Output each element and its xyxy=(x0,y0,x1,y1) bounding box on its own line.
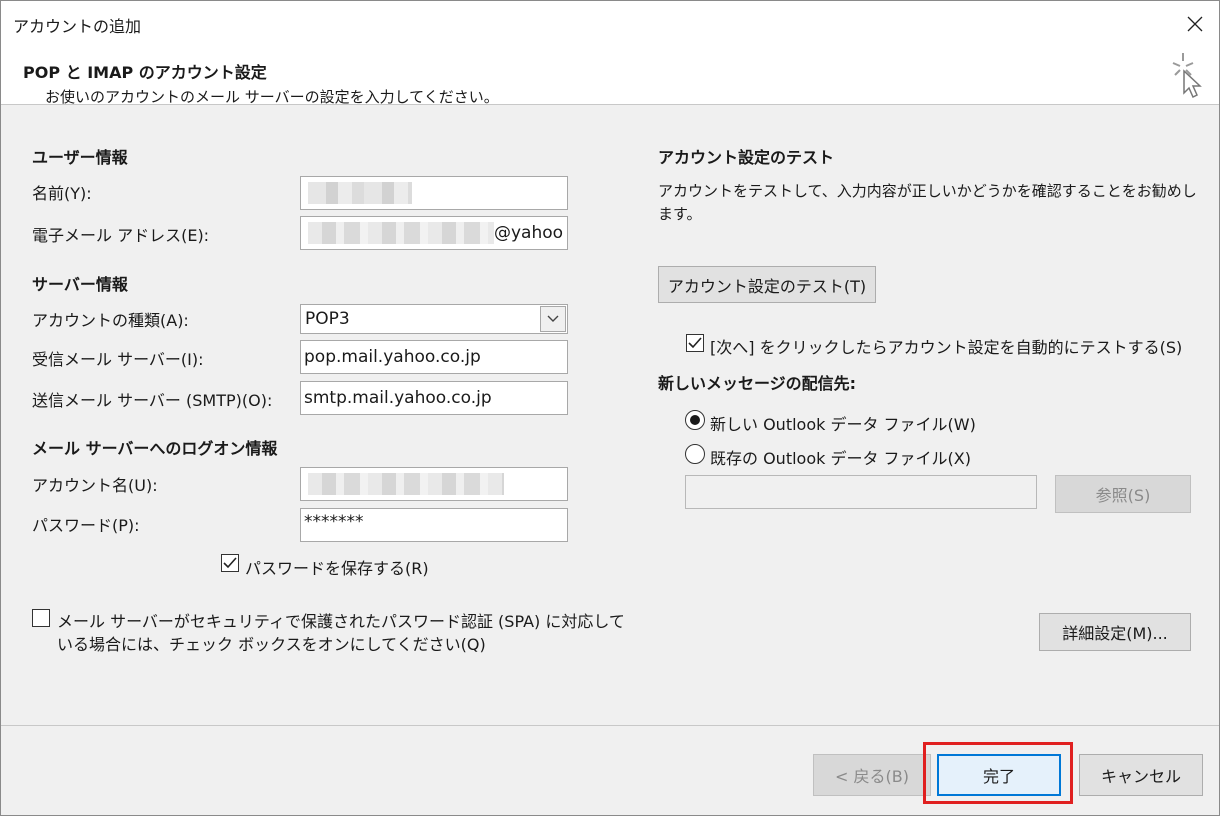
account-name-label: アカウント名(U): xyxy=(32,476,158,495)
auto-test-label[interactable]: [次へ] をクリックしたらアカウント設定を自動的にテストする(S) xyxy=(710,334,1182,358)
more-settings-button[interactable]: 詳細設定(M)... xyxy=(1039,613,1191,651)
existing-data-file-radio[interactable] xyxy=(685,444,705,464)
highlight-annotation-box xyxy=(923,742,1073,804)
sparkle-cursor-icon xyxy=(1169,51,1209,101)
account-type-select[interactable]: POP3 xyxy=(300,304,568,334)
email-suffix: @yahoo xyxy=(494,223,564,243)
email-field[interactable]: @yahoo xyxy=(300,216,568,250)
title-bar xyxy=(1,1,1219,45)
delivery-heading: 新しいメッセージの配信先: xyxy=(658,374,857,393)
account-type-label: アカウントの種類(A): xyxy=(32,311,189,330)
save-password-label[interactable]: パスワードを保存する(R) xyxy=(245,555,429,579)
back-button: < 戻る(B) xyxy=(813,754,931,796)
email-label: 電子メール アドレス(E): xyxy=(32,226,210,245)
redacted-name xyxy=(308,182,412,204)
name-label: 名前(Y): xyxy=(32,184,92,203)
spa-label-line2[interactable]: いる場合には、チェック ボックスをオンにしてください(Q) xyxy=(57,631,486,655)
test-heading: アカウント設定のテスト xyxy=(658,148,835,167)
close-button[interactable] xyxy=(1173,7,1217,41)
incoming-server-label: 受信メール サーバー(I): xyxy=(32,350,204,369)
chevron-down-icon[interactable] xyxy=(540,306,566,332)
header-subtitle: お使いのアカウントのメール サーバーの設定を入力してください。 xyxy=(45,88,499,106)
radio-selected-dot xyxy=(690,415,700,425)
new-data-file-label[interactable]: 新しい Outlook データ ファイル(W) xyxy=(710,411,976,435)
footer-divider xyxy=(1,725,1219,726)
existing-file-path-field xyxy=(685,475,1037,509)
new-data-file-radio[interactable] xyxy=(685,410,705,430)
spa-checkbox[interactable] xyxy=(32,609,50,627)
auto-test-checkbox[interactable] xyxy=(686,334,704,352)
test-description-line1: アカウントをテストして、入力内容が正しいかどうかを確認することをお勧めし xyxy=(658,182,1197,200)
cancel-button[interactable]: キャンセル xyxy=(1079,754,1203,796)
existing-data-file-label[interactable]: 既存の Outlook データ ファイル(X) xyxy=(710,445,971,469)
window-title: アカウントの追加 xyxy=(13,17,142,36)
logon-info-heading: メール サーバーへのログオン情報 xyxy=(32,439,278,458)
close-icon xyxy=(1187,16,1203,32)
header-title: POP と IMAP のアカウント設定 xyxy=(23,63,267,82)
incoming-server-field[interactable]: pop.mail.yahoo.co.jp xyxy=(300,340,568,374)
checkmark-icon xyxy=(223,557,237,569)
browse-button: 参照(S) xyxy=(1055,475,1191,513)
test-description-line2: ます。 xyxy=(658,205,702,223)
redacted-email xyxy=(308,222,494,244)
spa-label-line1[interactable]: メール サーバーがセキュリティで保護されたパスワード認証 (SPA) に対応して xyxy=(57,608,625,632)
save-password-checkbox[interactable] xyxy=(221,554,239,572)
account-type-value: POP3 xyxy=(305,309,350,329)
account-name-field[interactable] xyxy=(300,467,568,501)
redacted-account-name xyxy=(308,473,504,495)
server-info-heading: サーバー情報 xyxy=(32,275,128,294)
password-label: パスワード(P): xyxy=(32,516,140,535)
outgoing-server-label: 送信メール サーバー (SMTP)(O): xyxy=(32,391,273,410)
add-account-dialog: アカウントの追加 POP と IMAP のアカウント設定 お使いのアカウントのメ… xyxy=(0,0,1220,816)
password-field[interactable]: ******* xyxy=(300,508,568,542)
user-info-heading: ユーザー情報 xyxy=(32,148,128,167)
outgoing-server-field[interactable]: smtp.mail.yahoo.co.jp xyxy=(300,381,568,415)
test-account-settings-button[interactable]: アカウント設定のテスト(T) xyxy=(658,266,876,303)
checkmark-icon xyxy=(688,337,702,349)
name-field[interactable] xyxy=(300,176,568,210)
